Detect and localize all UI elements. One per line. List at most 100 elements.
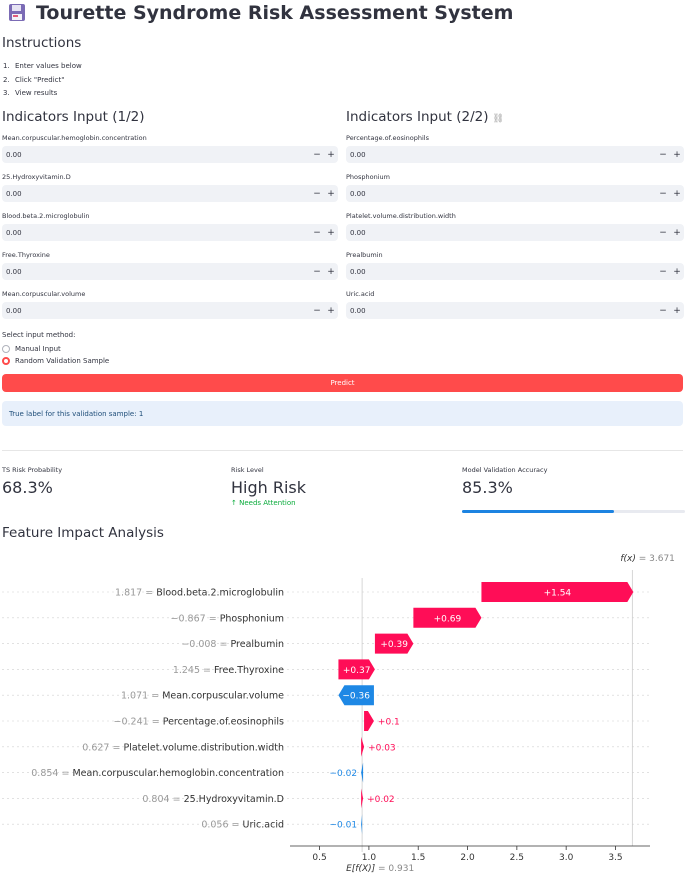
- increment-button[interactable]: +: [324, 228, 338, 238]
- metric-prob-label: TS Risk Probability: [2, 466, 63, 474]
- increment-button[interactable]: +: [324, 189, 338, 199]
- number-input[interactable]: 0.00− +: [2, 146, 338, 163]
- number-input[interactable]: 0.00− +: [2, 224, 338, 241]
- shap-bar-label: −0.02: [330, 769, 358, 779]
- predict-button[interactable]: Predict: [2, 374, 683, 392]
- feature-label: −0.867 = Phosphonium: [171, 613, 284, 624]
- number-input[interactable]: 0.00− +: [346, 146, 684, 163]
- decrement-button[interactable]: −: [656, 150, 670, 160]
- x-tick-label: 2.5: [510, 853, 524, 863]
- number-input-value[interactable]: 0.00: [2, 229, 310, 237]
- decrement-button[interactable]: −: [310, 150, 324, 160]
- metric-accuracy-value: 85.3%: [462, 478, 513, 497]
- field-label: Platelet.volume.distribution.width: [346, 212, 456, 220]
- number-input[interactable]: 0.00− +: [2, 263, 338, 280]
- increment-button[interactable]: +: [324, 306, 338, 316]
- number-input-value[interactable]: 0.00: [346, 307, 656, 315]
- radio-manual-input[interactable]: Manual Input: [2, 345, 61, 353]
- shap-bar: [361, 814, 363, 835]
- link-icon[interactable]: ⛓: [493, 114, 504, 124]
- feature-label: 1.071 = Mean.corpuscular.volume: [121, 691, 284, 702]
- field-label: Prealbumin: [346, 251, 383, 259]
- feature-label: 0.854 = Mean.corpuscular.hemoglobin.conc…: [31, 768, 284, 779]
- number-input[interactable]: 0.00− +: [346, 302, 684, 319]
- field-label: Mean.corpuscular.hemoglobin.concentratio…: [2, 134, 147, 142]
- method-label: Select input method:: [2, 331, 76, 339]
- metric-level-value: High Risk: [231, 478, 307, 497]
- feature-label: 0.804 = 25.Hydroxyvitamin.D: [142, 794, 284, 805]
- shap-bar-label: +0.39: [380, 640, 408, 650]
- x-tick-label: 2.0: [460, 853, 475, 863]
- increment-button[interactable]: +: [670, 267, 684, 277]
- increment-button[interactable]: +: [670, 306, 684, 316]
- shap-bar-label: +0.02: [367, 795, 395, 805]
- info-text: True label for this validation sample: 1: [9, 409, 144, 418]
- number-input[interactable]: 0.00− +: [2, 185, 338, 202]
- field-label: Uric.acid: [346, 290, 375, 298]
- number-input-value[interactable]: 0.00: [346, 190, 656, 198]
- number-input[interactable]: 0.00− +: [346, 185, 684, 202]
- x-tick-label: 3.5: [608, 853, 622, 863]
- number-input[interactable]: 0.00− +: [346, 224, 684, 241]
- decrement-button[interactable]: −: [656, 228, 670, 238]
- base-value-label: E[f(X)] = 0.931: [346, 864, 414, 873]
- feature-label: −0.241 = Percentage.of.eosinophils: [114, 717, 285, 728]
- increment-button[interactable]: +: [670, 189, 684, 199]
- shap-bar-label: −0.01: [330, 821, 358, 831]
- metric-level-delta: ↑ Needs Attention: [231, 499, 296, 507]
- radio-random-sample[interactable]: Random Validation Sample: [2, 357, 109, 365]
- panel1-heading: Indicators Input (1/2): [2, 109, 145, 125]
- divider: [2, 450, 683, 451]
- decrement-button[interactable]: −: [310, 306, 324, 316]
- feature-label: 1.245 = Free.Thyroxine: [173, 665, 284, 676]
- decrement-button[interactable]: −: [656, 267, 670, 277]
- shap-bar-label: +0.69: [434, 614, 462, 624]
- radio-dot[interactable]: [2, 345, 10, 353]
- feature-label: 0.056 = Uric.acid: [201, 820, 284, 831]
- feature-label: −0.008 = Prealbumin: [181, 639, 284, 650]
- shap-bar-label: +0.1: [378, 718, 400, 728]
- instructions-heading: Instructions: [2, 35, 82, 51]
- shap-bar-label: +1.54: [544, 589, 572, 599]
- number-input-value[interactable]: 0.00: [2, 307, 310, 315]
- field-label: Mean.corpuscular.volume: [2, 290, 86, 298]
- decrement-button[interactable]: −: [656, 189, 670, 199]
- field-label: Blood.beta.2.microglobulin: [2, 212, 90, 220]
- radio-dot-selected[interactable]: [2, 357, 10, 365]
- decrement-button[interactable]: −: [310, 228, 324, 238]
- increment-button[interactable]: +: [324, 150, 338, 160]
- number-input-value[interactable]: 0.00: [346, 268, 656, 276]
- decrement-button[interactable]: −: [310, 189, 324, 199]
- output-value-label: f(x) = 3.671: [620, 554, 675, 564]
- feature-label: 1.817 = Blood.beta.2.microglobulin: [115, 588, 284, 599]
- number-input-value[interactable]: 0.00: [2, 268, 310, 276]
- shap-bar-label: +0.37: [343, 666, 371, 676]
- shap-bar: [364, 711, 374, 731]
- number-input[interactable]: 0.00− +: [2, 302, 338, 319]
- increment-button[interactable]: +: [324, 267, 338, 277]
- number-input-value[interactable]: 0.00: [2, 190, 310, 198]
- metric-prob-value: 68.3%: [2, 478, 53, 497]
- shap-waterfall-chart: f(x) = 3.671 +1.54 1.817 = Blood.beta.2.mi…: [2, 554, 675, 873]
- info-alert: True label for this validation sample: 1: [2, 401, 683, 426]
- decrement-button[interactable]: −: [656, 306, 670, 316]
- field-label: 25.Hydroxyvitamin.D: [2, 173, 71, 181]
- shap-bar: [361, 736, 365, 757]
- x-tick-label: 3.0: [559, 853, 574, 863]
- increment-button[interactable]: +: [670, 150, 684, 160]
- number-input-value[interactable]: 0.00: [2, 151, 310, 159]
- increment-button[interactable]: +: [670, 228, 684, 238]
- decrement-button[interactable]: −: [310, 267, 324, 277]
- accuracy-progress-fill: [462, 510, 614, 513]
- field-label: Percentage.of.eosinophils: [346, 134, 429, 142]
- x-tick-label: 1.5: [411, 853, 425, 863]
- number-input[interactable]: 0.00− +: [346, 263, 684, 280]
- x-tick-label: 0.5: [312, 853, 326, 863]
- panel2-heading-wrap: Indicators Input (2/2) ⛓: [346, 109, 504, 125]
- number-input-value[interactable]: 0.00: [346, 151, 656, 159]
- instruction-step: 2. Click "Predict": [3, 75, 65, 84]
- number-input-value[interactable]: 0.00: [346, 229, 656, 237]
- floppy-disk-icon: [8, 3, 26, 22]
- impact-heading: Feature Impact Analysis: [2, 525, 164, 541]
- panel2-heading: Indicators Input (2/2): [346, 109, 489, 125]
